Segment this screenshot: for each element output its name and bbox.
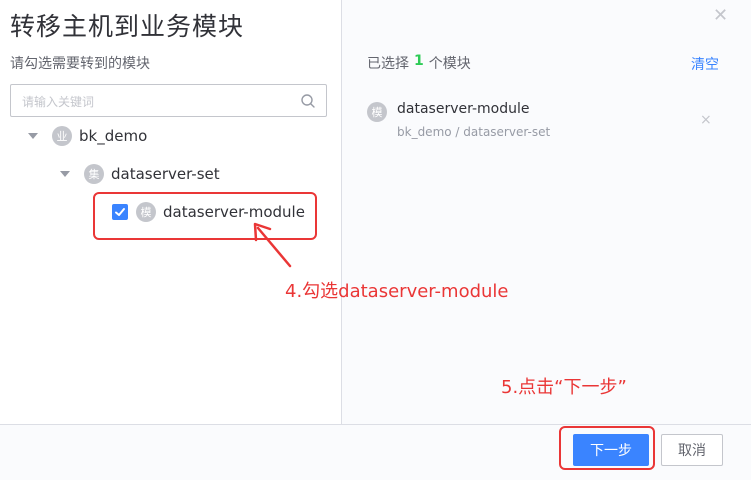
business-badge-icon: 业	[52, 126, 72, 146]
tree-node-business[interactable]: 业 bk_demo	[28, 122, 147, 150]
tree-node-label: bk_demo	[79, 127, 148, 145]
set-badge-icon: 集	[84, 164, 104, 184]
module-badge-icon: 模	[367, 102, 387, 122]
tree-instruction: 请勾选需要转到的模块	[10, 56, 150, 72]
arrow-icon	[253, 222, 292, 268]
transfer-host-dialog: 转移主机到业务模块 请勾选需要转到的模块 请输入关键词 业 bk_demo 集 …	[0, 0, 751, 480]
selected-suffix: 个模块	[428, 56, 471, 72]
dialog-title: 转移主机到业务模块	[10, 12, 245, 41]
search-input[interactable]: 请输入关键词	[10, 84, 327, 117]
selected-module-name: dataserver-module	[397, 101, 530, 117]
cancel-button[interactable]: 取消	[661, 434, 723, 466]
clear-button[interactable]: 清空	[691, 54, 719, 74]
step4-annotation: 4.勾选dataserver-module	[285, 281, 509, 302]
search-icon[interactable]	[300, 93, 316, 109]
selected-summary: 已选择 1 个模块	[367, 53, 471, 73]
remove-icon[interactable]: ×	[700, 112, 712, 128]
caret-down-icon[interactable]	[60, 171, 70, 177]
caret-down-icon[interactable]	[28, 133, 38, 139]
step5-annotation: 5.点击“下一步”	[501, 377, 627, 398]
selected-prefix: 已选择	[367, 56, 409, 72]
selected-module-path: bk_demo / dataserver-set	[397, 125, 551, 139]
selected-count: 1	[414, 53, 424, 69]
tree-node-label: dataserver-set	[111, 165, 220, 183]
tree-node-set[interactable]: 集 dataserver-set	[60, 160, 220, 188]
highlight-next-box	[559, 426, 655, 470]
search-placeholder: 请输入关键词	[22, 95, 95, 109]
selected-module-item: 模 dataserver-module bk_demo / dataserver…	[367, 100, 727, 144]
close-icon[interactable]: ✕	[713, 5, 728, 26]
